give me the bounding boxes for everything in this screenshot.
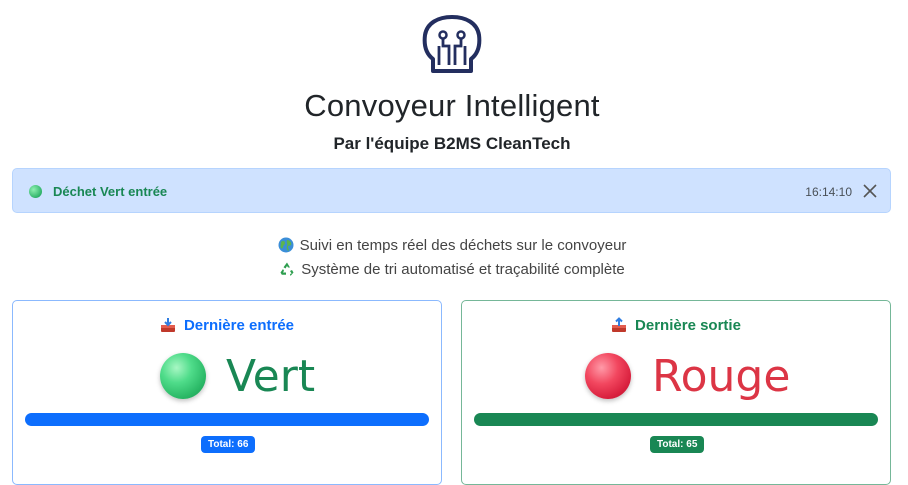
- info-line-sorting: Système de tri automatisé et traçabilité…: [0, 261, 904, 278]
- green-dot-icon: [29, 185, 42, 198]
- exit-progress-bar: [474, 413, 878, 426]
- inbox-tray-icon: [160, 318, 175, 332]
- subtitle-prefix: Par l'équipe: [333, 134, 434, 153]
- circuit-brain-icon: [422, 15, 482, 73]
- info-text-2: Système de tri automatisé et traçabilité…: [301, 261, 625, 278]
- alert-timestamp: 16:14:10: [805, 185, 852, 199]
- last-entry-title: Dernière entrée: [183, 317, 295, 334]
- page-title: Convoyeur Intelligent: [304, 88, 600, 123]
- outbox-tray-icon: [612, 317, 627, 332]
- last-entry-card: Dernière entrée Vert Total: 66: [12, 300, 442, 485]
- last-entry-color: Vert: [226, 351, 316, 402]
- entry-total-badge: Total: 66: [201, 436, 256, 453]
- recycle-icon: [280, 262, 294, 276]
- alert-message: Déchet Vert entrée: [53, 184, 168, 199]
- entry-progress-bar: [25, 413, 429, 426]
- globe-icon: [278, 237, 294, 253]
- last-exit-heading: Dernière sortie: [462, 317, 890, 334]
- last-exit-title: Dernière sortie: [635, 317, 741, 334]
- last-entry-heading: Dernière entrée: [13, 317, 441, 334]
- team-name: B2MS CleanTech: [433, 134, 571, 153]
- page-subtitle: Par l'équipe B2MS CleanTech: [0, 134, 904, 154]
- info-line-tracking: Suivi en temps réel des déchets sur le c…: [0, 237, 904, 254]
- last-exit-card: Dernière sortie Rouge Total: 65: [461, 300, 891, 485]
- event-alert: Déchet Vert entrée 16:14:10: [12, 168, 891, 213]
- red-ball-icon: [585, 353, 631, 399]
- close-icon[interactable]: [862, 183, 878, 199]
- info-text-1: Suivi en temps réel des déchets sur le c…: [299, 237, 627, 254]
- last-exit-color: Rouge: [652, 351, 791, 402]
- exit-total-badge: Total: 65: [650, 436, 705, 453]
- green-ball-icon: [160, 353, 206, 399]
